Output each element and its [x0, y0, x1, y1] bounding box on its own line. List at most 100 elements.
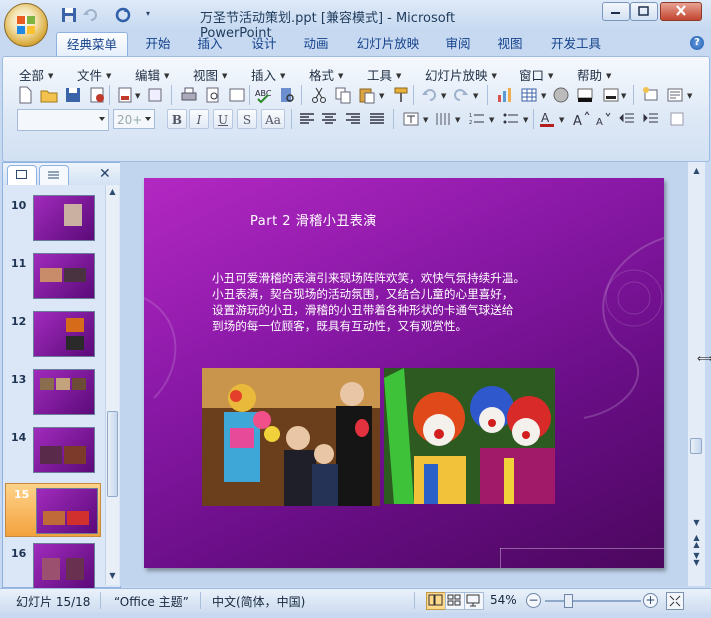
bullets-dropdown-icon[interactable]: ▼ — [523, 116, 528, 124]
slide-design-dropdown-icon[interactable]: ▼ — [687, 92, 692, 100]
new-document-icon[interactable] — [15, 85, 35, 105]
tab-classic-menu[interactable]: 经典菜单 — [56, 32, 128, 57]
scroll-down-icon[interactable]: ▼ — [691, 518, 702, 527]
customize-qat-icon[interactable]: ▾ — [146, 9, 150, 18]
font-color-icon[interactable]: A — [537, 109, 557, 129]
save-file-icon[interactable] — [63, 85, 83, 105]
outline-tab[interactable] — [39, 165, 69, 185]
slide-layout-icon[interactable] — [227, 85, 247, 105]
close-button[interactable] — [660, 2, 702, 21]
menu-window[interactable]: 窗口 ▼ — [519, 65, 553, 84]
clown-photo-left[interactable] — [202, 368, 380, 506]
new-slide-icon[interactable] — [641, 85, 661, 105]
align-center-icon[interactable] — [319, 109, 339, 129]
slide-design-icon[interactable] — [665, 85, 685, 105]
bullets-icon[interactable] — [501, 109, 521, 129]
permission-icon[interactable] — [87, 85, 107, 105]
scroll-up-icon[interactable]: ▲ — [107, 187, 118, 199]
menu-edit[interactable]: 编辑 ▼ — [135, 65, 169, 84]
font-name-combobox[interactable] — [17, 109, 109, 131]
menu-help[interactable]: 帮助 ▼ — [577, 65, 611, 84]
dropdown-arrow-icon[interactable]: ▼ — [135, 92, 140, 100]
zoom-slider[interactable] — [545, 600, 641, 602]
slide-thumbnail[interactable]: 11 — [3, 253, 105, 305]
cut-icon[interactable] — [309, 85, 329, 105]
tab-developer[interactable]: 开发工具 — [544, 32, 608, 56]
slides-pane-scrollbar[interactable]: ▲ ▼ — [105, 185, 119, 585]
redo-icon[interactable] — [114, 6, 132, 24]
more-tools-icon[interactable] — [667, 109, 687, 129]
align-right-icon[interactable] — [343, 109, 363, 129]
help-icon[interactable]: ? — [690, 36, 704, 50]
text-box-dropdown-icon[interactable]: ▼ — [423, 116, 428, 124]
zoom-in-button[interactable]: + — [643, 593, 658, 608]
next-slide-icon[interactable]: ▼ ▼ — [691, 552, 702, 567]
tab-insert[interactable]: 插入 — [190, 32, 230, 56]
undo-icon[interactable] — [82, 6, 100, 24]
scroll-down-icon[interactable]: ▼ — [107, 571, 118, 583]
attach-icon[interactable] — [145, 85, 165, 105]
grow-font-icon[interactable]: A — [571, 109, 591, 129]
tab-view[interactable]: 视图 — [490, 32, 530, 56]
font-color-dropdown-icon[interactable]: ▼ — [559, 116, 564, 124]
menu-slideshow[interactable]: 幻灯片放映 ▼ — [425, 65, 497, 84]
open-folder-icon[interactable] — [39, 85, 59, 105]
menu-insert[interactable]: 插入 ▼ — [251, 65, 285, 84]
print-icon[interactable] — [179, 85, 199, 105]
tab-slideshow[interactable]: 幻灯片放映 — [350, 32, 426, 56]
undo-toolbar-icon[interactable] — [419, 85, 439, 105]
slides-tab[interactable] — [7, 165, 37, 185]
slide-thumbnail-selected[interactable]: 15 — [5, 483, 101, 537]
previous-slide-icon[interactable]: ▲ ▲ — [691, 534, 702, 549]
chart-icon[interactable] — [495, 85, 515, 105]
editor-scrollbar[interactable]: ▲ ▼ ▲ ▲ ▼ ▼ — [687, 162, 705, 586]
tab-animations[interactable]: 动画 — [296, 32, 336, 56]
slide-sorter-view-icon[interactable] — [445, 592, 465, 610]
theme-name[interactable]: “Office 主题” — [114, 593, 189, 610]
align-left-icon[interactable] — [297, 109, 317, 129]
undo-dropdown-icon[interactable]: ▼ — [441, 92, 446, 100]
menu-format[interactable]: 格式 ▼ — [309, 65, 343, 84]
pdf-export-icon[interactable] — [115, 85, 135, 105]
bold-button[interactable]: B — [167, 109, 187, 129]
scrollbar-thumb[interactable] — [107, 411, 118, 497]
slide-thumbnail[interactable]: 14 — [3, 427, 105, 479]
zoom-level[interactable]: 54% — [490, 593, 517, 607]
slide-title[interactable]: Part 2 滑稽小丑表演 — [250, 210, 377, 229]
columns-icon[interactable] — [433, 109, 453, 129]
redo-toolbar-icon[interactable] — [451, 85, 471, 105]
underline-button[interactable]: U — [213, 109, 233, 129]
numbering-icon[interactable]: 12 — [467, 109, 487, 129]
paste-dropdown-icon[interactable]: ▼ — [379, 92, 384, 100]
close-pane-icon[interactable]: ✕ — [99, 166, 111, 182]
tab-review[interactable]: 审阅 — [438, 32, 478, 56]
menu-view[interactable]: 视图 ▼ — [193, 65, 227, 84]
shadow-button[interactable]: S — [237, 109, 257, 129]
font-size-combobox[interactable]: 20+ — [113, 109, 155, 129]
paste-icon[interactable] — [357, 85, 377, 105]
increase-indent-icon[interactable] — [641, 109, 661, 129]
clown-photo-right[interactable] — [384, 368, 555, 504]
shrink-font-icon[interactable]: A — [593, 109, 613, 129]
save-icon[interactable] — [60, 6, 78, 24]
research-icon[interactable] — [277, 85, 297, 105]
menu-file[interactable]: 文件 ▼ — [77, 65, 111, 84]
office-button[interactable] — [4, 3, 48, 47]
table-dropdown-icon[interactable]: ▼ — [541, 92, 546, 100]
zoom-slider-thumb[interactable] — [564, 594, 573, 608]
slide-body-text[interactable]: 小丑可爱滑稽的表演引来现场阵阵欢笑，欢快气氛持续升温。 小丑表演，契合现场的活动… — [212, 270, 572, 334]
justify-icon[interactable] — [367, 109, 387, 129]
minimize-button[interactable] — [602, 2, 630, 21]
tab-home[interactable]: 开始 — [138, 32, 178, 56]
text-box-icon[interactable] — [401, 109, 421, 129]
slide-thumbnail[interactable]: 10 — [3, 195, 105, 247]
copy-icon[interactable] — [333, 85, 353, 105]
color-view-icon[interactable] — [575, 85, 595, 105]
background-dropdown-icon[interactable]: ▼ — [621, 92, 626, 100]
redo-dropdown-icon[interactable]: ▼ — [473, 92, 478, 100]
fit-to-window-icon[interactable] — [666, 592, 684, 610]
scrollbar-thumb[interactable] — [690, 438, 702, 454]
table-icon[interactable] — [519, 85, 539, 105]
zoom-out-button[interactable]: − — [526, 593, 541, 608]
slide-thumbnail[interactable]: 12 — [3, 311, 105, 363]
